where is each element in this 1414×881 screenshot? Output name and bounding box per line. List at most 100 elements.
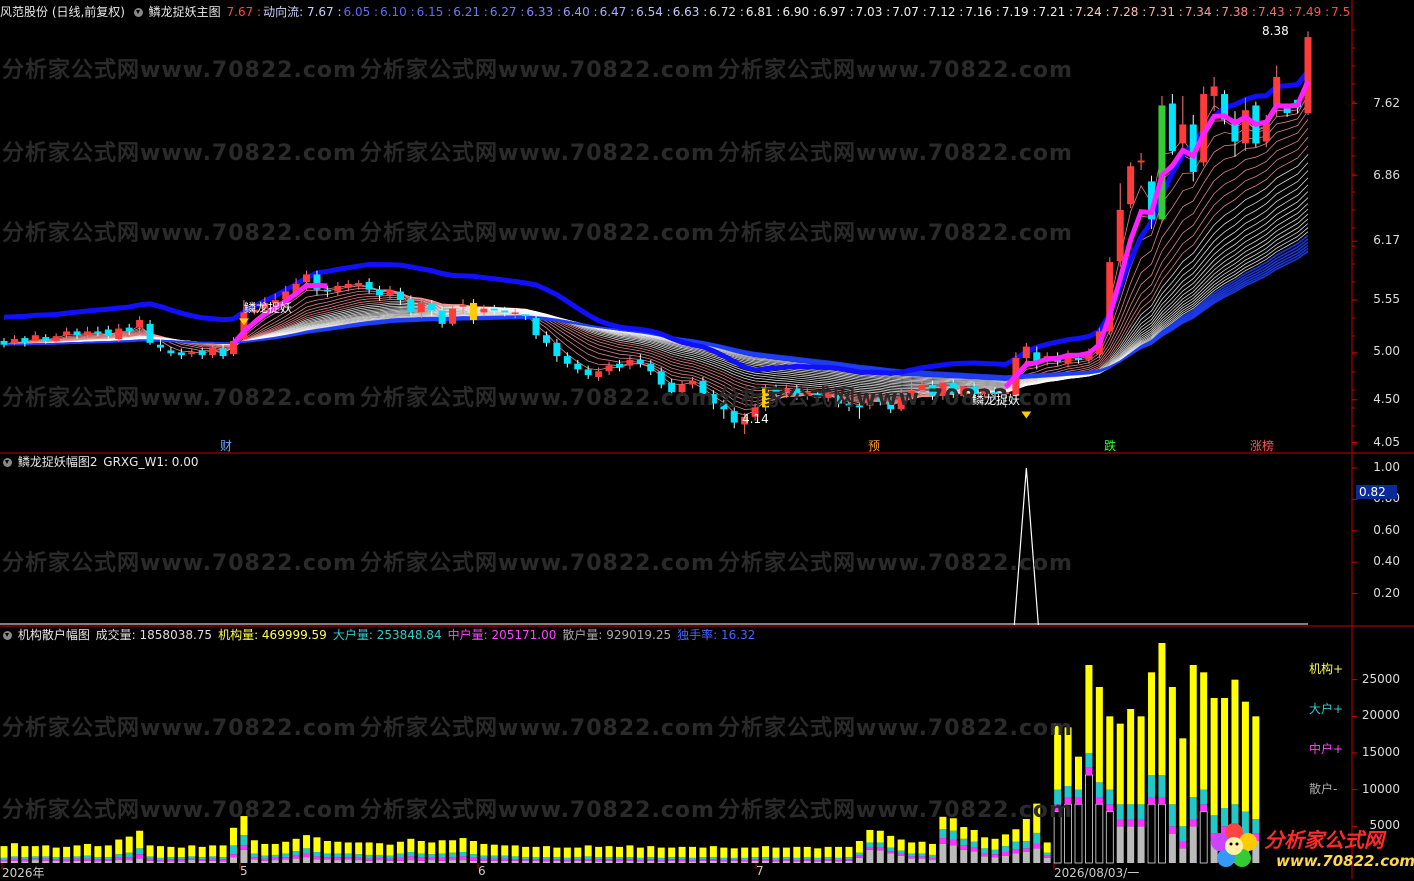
volume-segment <box>469 857 477 861</box>
dropdown-icon[interactable] <box>3 631 12 640</box>
flow-value: 7.21 : <box>1038 5 1074 19</box>
volume-segment <box>31 858 39 861</box>
volume-segment <box>167 846 175 858</box>
volume-segment <box>396 841 404 854</box>
volume-segment <box>480 860 488 863</box>
volume-segment <box>824 860 832 863</box>
volume-segment <box>303 835 311 849</box>
flow-value: 7.49 : <box>1294 5 1330 19</box>
dropdown-icon[interactable] <box>133 8 143 17</box>
volume-segment <box>908 856 916 859</box>
candle-body <box>1304 37 1312 114</box>
volume-segment <box>365 842 373 855</box>
watermark-text: 分析家公式网www.70822.com <box>2 58 357 83</box>
volume-segment <box>636 857 644 861</box>
volume-segment <box>605 860 613 863</box>
volume-segment <box>762 846 770 858</box>
volume-segment <box>782 847 790 858</box>
volume-segment <box>1106 716 1114 790</box>
indicator-name[interactable]: 鳞龙捉妖主图 <box>149 5 221 19</box>
candle-body <box>1137 160 1145 163</box>
flow-value: 7.07 : <box>892 5 927 19</box>
volume-segment <box>605 846 613 858</box>
volume-segment <box>814 857 822 861</box>
volume-segment <box>1106 789 1114 805</box>
y-tick-label: 0.40 <box>1373 554 1400 569</box>
volume-segment <box>615 857 623 860</box>
volume-segment <box>42 845 50 857</box>
volume-segment <box>689 860 697 862</box>
volume-segment <box>188 858 196 861</box>
volume-segment <box>146 858 154 861</box>
volume-segment <box>1043 852 1051 856</box>
volume-segment <box>428 857 436 861</box>
candle-body <box>303 274 311 283</box>
volume-segment <box>1012 841 1020 850</box>
volume-segment <box>636 861 644 863</box>
volume-segment <box>866 847 874 850</box>
logo-text-cn: 分析家公式网 <box>1264 828 1384 852</box>
volume-segment <box>595 861 603 863</box>
flow-value: 7.38 : <box>1221 5 1256 19</box>
candle-body <box>396 291 404 301</box>
volume-segment <box>438 860 446 863</box>
flow-value: 6.40 : <box>562 5 598 19</box>
volume-segment <box>542 859 550 862</box>
flow-value: 7.16 : <box>965 5 1000 19</box>
volume-segment <box>1189 797 1197 819</box>
dropdown-icon[interactable] <box>3 458 12 467</box>
volume-segment <box>928 854 936 858</box>
volume-segment <box>501 860 509 863</box>
volume-segment <box>94 859 102 862</box>
volume-segment <box>522 857 530 860</box>
volume-segment <box>459 860 467 863</box>
volume-segment <box>918 856 926 859</box>
volume-segment <box>1147 803 1156 864</box>
volume-segment <box>1085 774 1093 864</box>
volume-segment <box>876 850 884 863</box>
flow-value: 动向流: 7.67 : <box>263 5 342 19</box>
volume-segment <box>574 860 582 863</box>
volume-segment <box>803 846 811 858</box>
volume-segment <box>52 847 60 858</box>
volume-segment <box>1189 826 1197 863</box>
volume-segment <box>845 846 853 858</box>
volume-segment <box>10 860 18 863</box>
volume-segment <box>803 857 811 860</box>
volume-segment <box>803 860 811 863</box>
volume-segment <box>949 830 957 840</box>
x-tick-label: 6 <box>478 864 486 878</box>
volume-segment <box>188 856 196 859</box>
volume-segment <box>970 847 978 852</box>
y-tick-label: 20000 <box>1361 708 1400 723</box>
volume-segment <box>63 846 71 858</box>
volume-segment <box>897 853 905 856</box>
volume-segment <box>1137 716 1145 805</box>
candle-body <box>584 369 592 376</box>
candle-body <box>219 348 227 357</box>
flow-value: 6.81 : <box>745 5 781 19</box>
event-marker: 预 <box>868 439 881 453</box>
volume-segment <box>626 845 634 858</box>
volume-segment <box>897 850 905 854</box>
volume-segment <box>31 856 39 859</box>
volume-segment <box>887 853 895 863</box>
volume-segment <box>960 838 968 846</box>
volume-segment <box>1012 829 1020 842</box>
volume-segment <box>793 857 801 861</box>
volume-segment <box>334 841 342 854</box>
volume-segment <box>146 856 154 859</box>
volume-segment <box>396 853 404 858</box>
volume-segment <box>292 851 300 856</box>
volume-segment <box>167 857 175 860</box>
volume-segment <box>1095 797 1103 805</box>
panel3-title[interactable]: 机构散户幅图 <box>18 628 90 642</box>
volume-segment <box>1200 789 1208 805</box>
volume-segment <box>386 844 394 856</box>
watermark-text: 分析家公式网www.70822.com <box>718 551 1073 576</box>
panel2-title[interactable]: 鳞龙捉妖幅图2 <box>18 455 98 469</box>
volume-segment <box>355 860 363 863</box>
volume-segment <box>991 838 999 850</box>
y-tick-label: 6.86 <box>1373 167 1400 182</box>
volume-segment <box>438 840 446 854</box>
